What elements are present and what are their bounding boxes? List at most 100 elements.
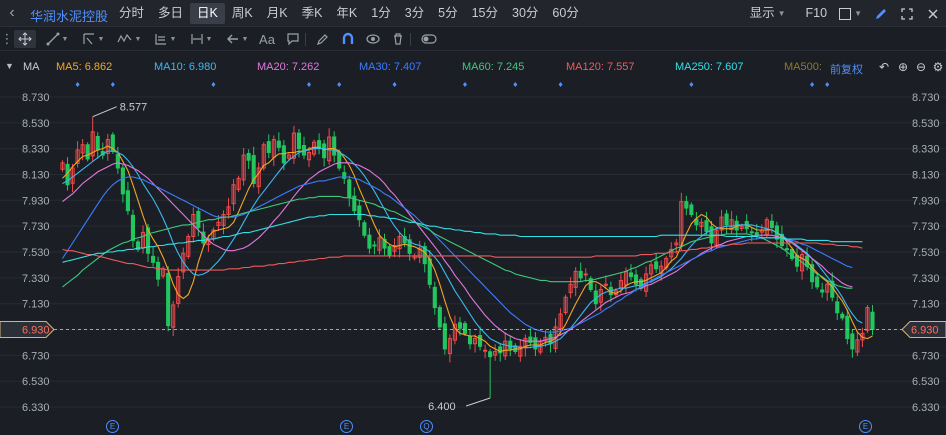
candle-body — [156, 261, 161, 280]
y-tick-label: 7.530 — [912, 247, 940, 259]
candle-body — [689, 204, 694, 216]
event-marker[interactable]: E — [859, 420, 872, 433]
candle-body — [95, 135, 100, 151]
candle-body — [347, 179, 352, 199]
y-tick-label: 8.330 — [22, 144, 50, 156]
candle-body — [870, 311, 875, 331]
candle-body — [322, 143, 327, 159]
candle-body — [533, 337, 538, 350]
candle-body — [151, 255, 156, 263]
candle-body — [442, 323, 447, 350]
candle-body — [724, 213, 729, 226]
y-tick-label: 8.530 — [22, 118, 50, 130]
current-price-label-right: 6.930 — [911, 325, 939, 337]
y-tick-label: 8.130 — [912, 169, 940, 181]
candle-body — [367, 234, 372, 249]
event-diamond — [307, 82, 312, 87]
candle-body — [850, 333, 855, 350]
event-diamond — [211, 82, 216, 87]
y-tick-label: 8.130 — [22, 169, 50, 181]
ma-line-ma120 — [62, 242, 863, 271]
candle-body — [457, 322, 463, 329]
candle-body — [578, 270, 583, 279]
y-tick-label: 7.530 — [22, 247, 50, 259]
candlestick-chart[interactable]: 8.730 8.530 8.330 8.130 7.930 7.730 7.530 7.330… — [0, 0, 946, 435]
candle-body — [815, 276, 820, 288]
y-tick-label: 8.330 — [912, 144, 940, 156]
event-diamond — [558, 82, 563, 87]
ma-line-ma5 — [62, 145, 873, 353]
candle-body — [835, 301, 840, 314]
event-diamond — [689, 82, 694, 87]
y-tick-label: 6.530 — [912, 376, 940, 388]
y-axis-left: 8.730 8.530 8.330 8.130 7.930 7.730 7.530 7.330… — [22, 92, 50, 414]
ma-lines — [62, 145, 873, 353]
event-marker[interactable]: Q — [420, 420, 433, 433]
low-pointer — [465, 397, 491, 407]
candle-body — [784, 248, 790, 251]
event-diamond — [75, 82, 80, 87]
y-tick-label: 7.130 — [22, 299, 50, 311]
y-tick-label: 7.330 — [912, 273, 940, 285]
y-tick-label: 6.530 — [22, 376, 50, 388]
y-tick-label: 7.930 — [22, 195, 50, 207]
candle-body — [85, 144, 90, 160]
high-price-label: 8.577 — [120, 102, 148, 114]
y-tick-label: 7.730 — [22, 221, 50, 233]
y-tick-label: 6.730 — [912, 350, 940, 362]
y-tick-label: 7.130 — [912, 299, 940, 311]
ma-line-ma60 — [62, 195, 853, 289]
y-axis-right: 8.730 8.530 8.330 8.130 7.930 7.730 7.530 7.330… — [912, 92, 940, 414]
event-marker[interactable]: E — [106, 420, 119, 433]
event-diamond — [337, 82, 342, 87]
candle-body — [769, 220, 774, 228]
candle-body — [120, 167, 125, 195]
y-tick-label: 7.930 — [912, 195, 940, 207]
candle-body — [130, 214, 136, 241]
candle-body — [483, 349, 488, 352]
candle-body — [488, 351, 493, 358]
candle-body — [332, 136, 337, 156]
low-price-label: 6.400 — [428, 401, 456, 413]
candle-body — [115, 153, 120, 169]
candle-body — [467, 336, 473, 345]
event-diamond — [110, 82, 115, 87]
y-tick-label: 6.330 — [22, 402, 50, 414]
candle-body — [628, 272, 634, 278]
event-diamond — [462, 82, 467, 87]
candle-body — [478, 334, 483, 347]
candle-body — [357, 205, 362, 221]
candle-body — [276, 140, 281, 148]
candle-body — [583, 273, 588, 276]
candle-body — [603, 283, 608, 286]
y-tick-label: 7.730 — [912, 221, 940, 233]
candle-body — [296, 132, 302, 150]
candle-body — [437, 307, 442, 328]
candle-body — [633, 274, 639, 285]
candle-body — [845, 315, 850, 340]
y-tick-label: 8.730 — [912, 92, 940, 104]
candle-body — [508, 340, 513, 350]
candle-body — [196, 210, 201, 228]
y-tick-label: 6.730 — [22, 350, 50, 362]
candle-body — [362, 222, 367, 236]
event-diamond — [810, 82, 815, 87]
candle-body — [684, 201, 689, 209]
candle-body — [372, 244, 377, 247]
ma-line-ma250 — [62, 213, 863, 263]
candle-body — [166, 272, 171, 327]
candle-body — [840, 313, 845, 319]
event-diamond — [392, 82, 397, 87]
event-diamond — [513, 82, 518, 87]
candle-body — [246, 153, 251, 161]
candle-body — [704, 220, 709, 232]
y-tick-label: 6.330 — [912, 402, 940, 414]
candle-body — [654, 261, 659, 270]
current-price-label-left: 6.930 — [22, 325, 50, 337]
candle-body — [462, 323, 468, 334]
high-pointer — [92, 106, 117, 118]
candle-body — [387, 246, 392, 257]
event-marker[interactable]: E — [340, 420, 353, 433]
y-tick-label: 8.530 — [912, 118, 940, 130]
y-tick-label: 7.330 — [22, 273, 50, 285]
